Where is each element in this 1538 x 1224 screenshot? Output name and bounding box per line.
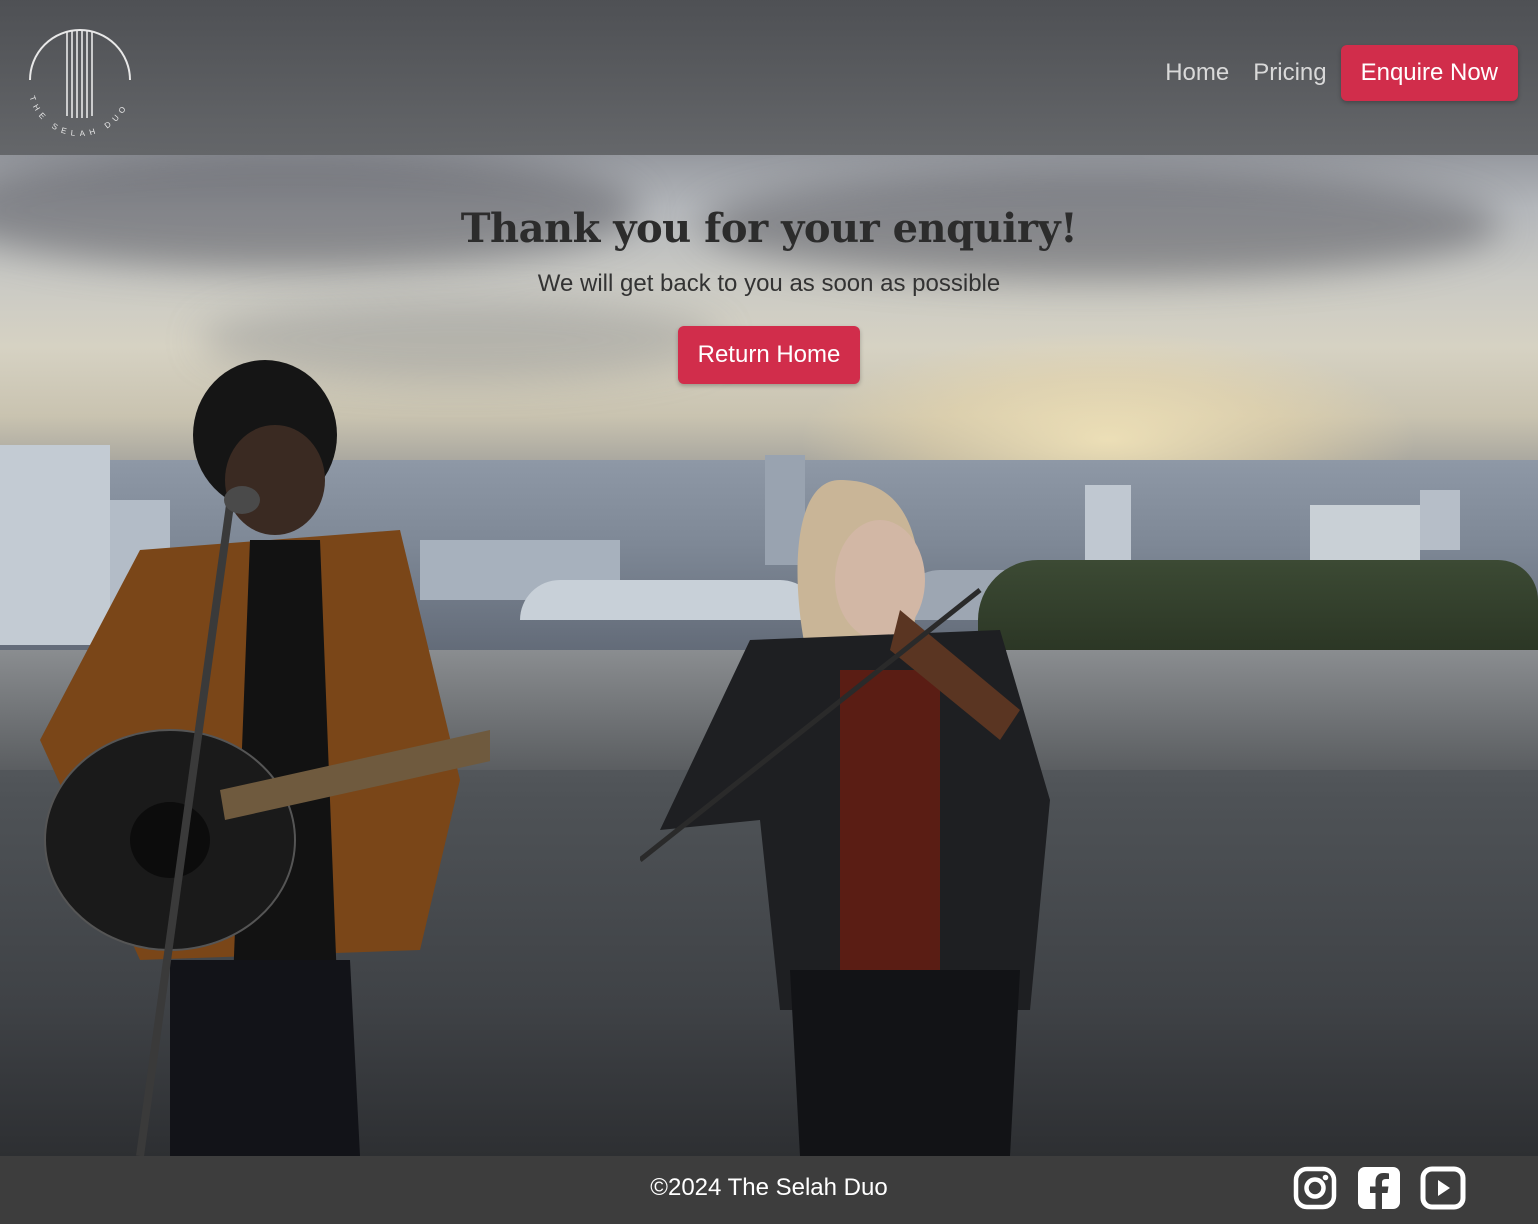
hero-background-image	[0, 0, 1538, 1156]
site-header: THE SELAH DUO Home Pricing Enquire Now	[0, 0, 1538, 155]
return-home-button[interactable]: Return Home	[677, 326, 861, 384]
main-nav: Home Pricing Enquire Now	[1165, 45, 1518, 101]
violinist	[640, 480, 1050, 1156]
instagram-icon[interactable]	[1292, 1165, 1338, 1211]
selah-duo-logo[interactable]: THE SELAH DUO	[20, 18, 138, 136]
social-links	[1274, 1165, 1466, 1211]
page: THE SELAH DUO Home Pricing Enquire Now T…	[0, 0, 1538, 1224]
nav-pricing[interactable]: Pricing	[1253, 59, 1326, 87]
nav-home[interactable]: Home	[1165, 59, 1229, 87]
guitarist	[40, 360, 490, 1156]
subtitle: We will get back to you as soon as possi…	[537, 270, 1001, 297]
site-footer: ©2024 The Selah Duo	[0, 1156, 1538, 1224]
svg-text:THE SELAH DUO: THE SELAH DUO	[28, 95, 131, 136]
enquire-now-button[interactable]: Enquire Now	[1340, 45, 1518, 101]
youtube-icon[interactable]	[1420, 1165, 1466, 1211]
page-title: Thank you for your enquiry!	[460, 205, 1078, 252]
facebook-icon[interactable]	[1356, 1165, 1402, 1211]
logo-text: THE SELAH DUO	[28, 95, 126, 136]
